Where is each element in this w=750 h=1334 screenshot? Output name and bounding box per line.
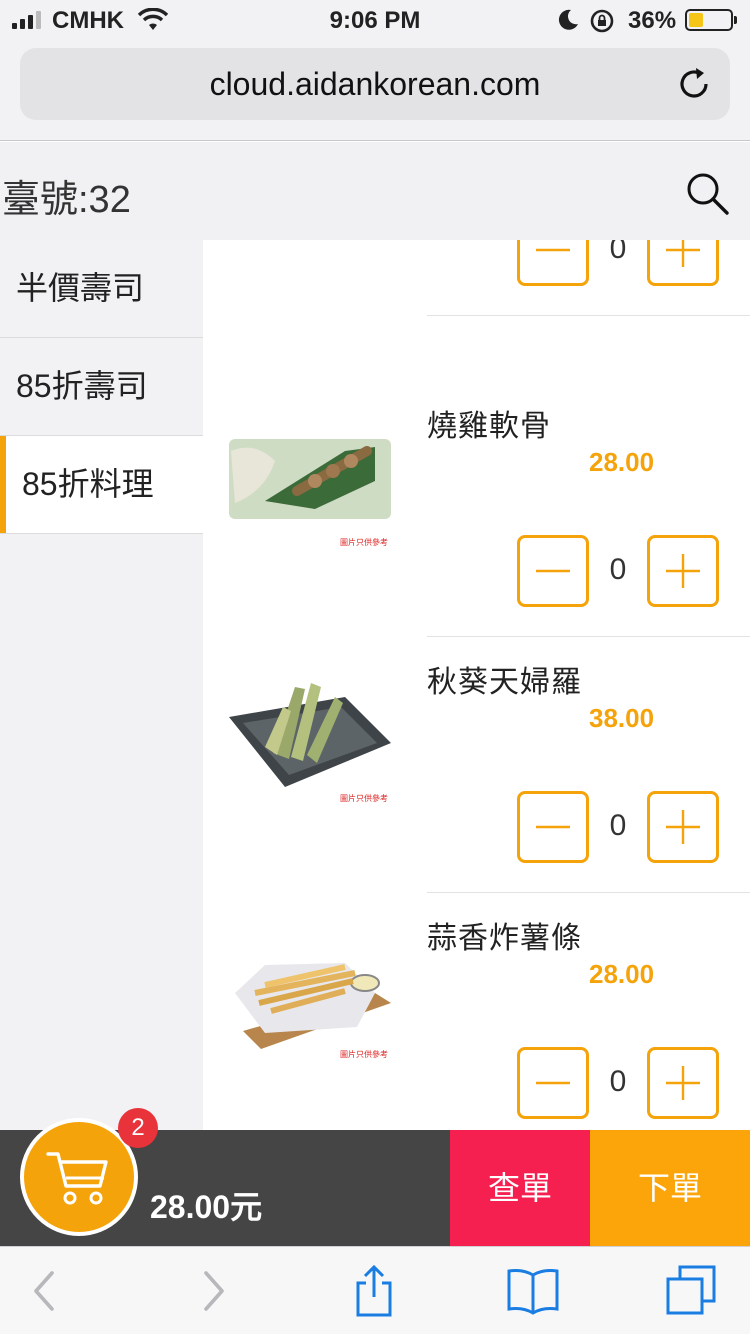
rotation-lock-icon — [590, 9, 614, 33]
image-reference-note: 圖片只供參考 — [340, 794, 388, 803]
item-divider — [427, 315, 750, 316]
item-price: 38.00 — [589, 703, 655, 733]
quantity-value: 0 — [609, 809, 627, 842]
decrease-button[interactable] — [517, 791, 589, 863]
menu-item: 圖片只供參考 0 — [203, 240, 750, 316]
app-header: 臺號:32 — [0, 142, 750, 240]
dish-image — [229, 439, 391, 519]
item-price: 28.00 — [589, 959, 655, 989]
dish-image — [229, 683, 391, 787]
quantity-value: 0 — [609, 553, 627, 586]
decrease-button[interactable] — [517, 1047, 589, 1119]
dish-image — [235, 963, 391, 1049]
place-order-button[interactable]: 下單 — [590, 1130, 750, 1246]
increase-button[interactable] — [647, 240, 719, 286]
minus-icon — [536, 569, 570, 573]
browser-toolbar — [0, 1246, 750, 1334]
table-number: 臺號:32 — [2, 179, 131, 221]
status-bar: CMHK 9:06 PM 36% — [0, 0, 750, 40]
quantity-value: 0 — [609, 1065, 627, 1098]
category-15off-sushi[interactable]: 85折壽司 — [0, 338, 203, 436]
plus-icon — [666, 240, 700, 267]
category-half-price-sushi[interactable]: 半價壽司 — [0, 240, 203, 338]
menu-item: 圖片只供參考 秋葵天婦羅 38.00 0 — [203, 637, 750, 893]
menu-item: 圖片只供參考 燒雞軟骨 28.00 0 — [203, 381, 750, 637]
plus-icon — [666, 1066, 700, 1100]
increase-button[interactable] — [647, 535, 719, 607]
url-text[interactable]: cloud.aidankorean.com — [20, 66, 730, 103]
tabs-icon[interactable] — [664, 1263, 720, 1319]
quantity-stepper: 0 — [517, 240, 719, 286]
view-order-button[interactable]: 查單 — [450, 1130, 590, 1246]
quantity-stepper: 0 — [517, 535, 719, 607]
quantity-stepper: 0 — [517, 791, 719, 863]
reload-icon[interactable] — [674, 64, 714, 104]
category-15off-dishes[interactable]: 85折料理 — [0, 436, 203, 534]
menu-item: 圖片只供參考 蒜香炸薯條 28.00 0 — [203, 893, 750, 1130]
shopping-cart-icon — [46, 1152, 108, 1205]
menu-list: 圖片只供參考 0 — [203, 240, 750, 1130]
decrease-button[interactable] — [517, 240, 589, 286]
bookmarks-icon[interactable] — [505, 1263, 561, 1319]
address-bar[interactable]: cloud.aidankorean.com — [20, 48, 730, 120]
minus-icon — [536, 248, 570, 252]
battery-percent: 36% — [628, 7, 677, 34]
search-icon[interactable] — [684, 170, 730, 216]
item-price: 28.00 — [589, 447, 655, 477]
minus-icon — [536, 825, 570, 829]
plus-icon — [666, 810, 700, 844]
cart-bar: 2 28.00元 查單 下單 — [0, 1108, 750, 1246]
increase-button[interactable] — [647, 1047, 719, 1119]
share-icon[interactable] — [346, 1263, 402, 1319]
cart-button[interactable]: 2 — [20, 1108, 158, 1236]
plus-icon — [666, 554, 700, 588]
image-reference-note: 圖片只供參考 — [340, 1050, 388, 1059]
item-name: 燒雞軟骨 — [427, 410, 551, 443]
browser-address-area: cloud.aidankorean.com — [0, 40, 750, 141]
increase-button[interactable] — [647, 791, 719, 863]
category-sidebar: 半價壽司 85折壽司 85折料理 — [0, 240, 203, 1150]
item-name: 蒜香炸薯條 — [427, 922, 582, 955]
minus-icon — [536, 1081, 570, 1085]
forward-icon[interactable] — [184, 1263, 240, 1319]
item-name: 秋葵天婦羅 — [427, 666, 582, 699]
moon-icon — [558, 9, 578, 30]
image-reference-note: 圖片只供參考 — [340, 538, 388, 547]
back-icon[interactable] — [18, 1263, 74, 1319]
battery-icon — [685, 9, 737, 31]
cart-total: 28.00元 — [150, 1189, 263, 1225]
quantity-value: 0 — [609, 240, 627, 265]
quantity-stepper: 0 — [517, 1047, 719, 1119]
decrease-button[interactable] — [517, 535, 589, 607]
page: CMHK 9:06 PM 36% cloud.aidankorean.com 臺… — [0, 0, 750, 1334]
cart-count-badge: 2 — [118, 1108, 158, 1148]
